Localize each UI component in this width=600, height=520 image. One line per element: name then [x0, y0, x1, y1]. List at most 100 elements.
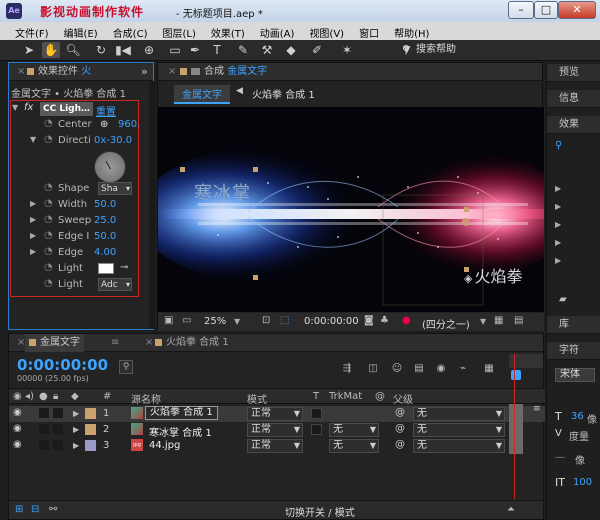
monitor-icon[interactable]: ▭	[182, 315, 191, 326]
color-channel-icon[interactable]: ●	[402, 315, 411, 326]
layer-name[interactable]: 44.jpg	[149, 440, 180, 451]
stopwatch-icon[interactable]: ◔	[44, 262, 53, 273]
toggle-expand-icon[interactable]: ⊞	[15, 504, 23, 515]
vertical-scale-value[interactable]: 100	[573, 477, 592, 488]
center-value[interactable]: 960.	[118, 119, 140, 130]
timeline-tab-other[interactable]: 火焰拳 合成 1	[151, 334, 233, 352]
layer-search-icon[interactable]: ⚲	[119, 360, 133, 374]
preserve-transparency-checkbox[interactable]	[311, 424, 322, 435]
menu-effect[interactable]: 效果(T)	[204, 22, 253, 40]
panel-expand-icon[interactable]: »	[137, 63, 152, 81]
text-layer-left[interactable]: 寒冰掌	[194, 179, 251, 205]
layer-name[interactable]: 寒冰掌 合成 1	[149, 424, 212, 439]
new-folder-icon[interactable]: ▰	[559, 294, 567, 305]
visibility-eye-icon[interactable]: ◉	[13, 407, 22, 418]
tab-library[interactable]: 库	[547, 316, 600, 334]
stopwatch-icon[interactable]: ◔	[44, 182, 53, 193]
breadcrumb-next[interactable]: 火焰拳 合成 1	[252, 86, 315, 101]
menu-composition[interactable]: 合成(C)	[106, 22, 156, 40]
expand-triangle-icon[interactable]: ▶	[30, 215, 36, 224]
stopwatch-icon[interactable]: ◔	[44, 198, 53, 209]
menu-icon[interactable]: ≡	[107, 334, 123, 352]
graph-editor-icon[interactable]: ⌁	[455, 362, 471, 376]
toggle-switches-modes[interactable]: 切换开关 / 模式	[285, 504, 355, 519]
menu-edit[interactable]: 编辑(E)	[57, 22, 106, 40]
lock-toggle[interactable]	[53, 424, 63, 434]
pen-tool-icon[interactable]: ✒	[186, 42, 204, 58]
track-menu-icon[interactable]: ≡	[533, 404, 543, 416]
pickwhip-icon[interactable]: @	[395, 407, 405, 418]
expand-triangle-icon[interactable]: ▶	[555, 184, 561, 193]
menu-window[interactable]: 窗口	[352, 22, 387, 40]
text-tool-icon[interactable]: T	[208, 42, 226, 58]
work-area-start-handle[interactable]	[511, 370, 521, 380]
clone-stamp-tool-icon[interactable]: ⚒	[258, 42, 276, 58]
hand-tool-icon[interactable]: ✋	[42, 42, 60, 58]
snapshot-icon[interactable]: ◙	[364, 315, 374, 326]
pickwhip-icon[interactable]: @	[395, 423, 405, 434]
expand-triangle-icon[interactable]: ▶	[30, 199, 36, 208]
layer-handle[interactable]	[253, 167, 258, 172]
layer-row[interactable]: ◉ ▶ 1 火焰拳 合成 1 正常 @ 无	[9, 406, 545, 422]
expand-triangle-icon[interactable]: ▶	[555, 256, 561, 265]
zoom-tool-icon[interactable]: 🔍︎	[64, 42, 82, 58]
font-family-field[interactable]: 宋体	[555, 368, 595, 382]
pickwhip-icon[interactable]: @	[395, 439, 405, 450]
light-color-swatch[interactable]	[98, 263, 114, 274]
stopwatch-icon[interactable]: ◔	[44, 134, 53, 145]
menu-layer[interactable]: 图层(L)	[155, 22, 203, 40]
expand-triangle-icon[interactable]: ▶	[30, 247, 36, 256]
camera-tool-icon[interactable]: ▮◀	[114, 42, 132, 58]
layer-duration-bar[interactable]	[509, 404, 523, 454]
solo-toggle[interactable]	[39, 440, 49, 450]
expand-triangle-icon[interactable]: ▶	[73, 425, 79, 434]
stopwatch-icon[interactable]: ◔	[44, 214, 53, 225]
close-button[interactable]: ✕	[558, 1, 596, 19]
mode-dropdown[interactable]: 正常	[247, 439, 303, 453]
direction-value[interactable]: 0x-30.0	[94, 135, 132, 146]
light-mode-dropdown[interactable]: Adc	[98, 278, 132, 291]
parent-dropdown[interactable]: 无	[413, 407, 505, 421]
tab-effects[interactable]: 效果	[547, 116, 600, 134]
tab-info[interactable]: 信息	[547, 90, 600, 108]
show-snapshot-icon[interactable]: ♣	[380, 315, 389, 326]
text-layer-right[interactable]: ◈ 火焰拳	[464, 263, 522, 287]
trkmat-dropdown[interactable]: 无	[329, 439, 379, 453]
label-color-chip[interactable]	[85, 408, 96, 419]
solo-toggle[interactable]	[39, 408, 49, 418]
expand-triangle-icon[interactable]: ▶	[30, 231, 36, 240]
font-size-value[interactable]: 36	[571, 411, 584, 422]
crosshair-icon[interactable]: ⊕	[100, 119, 108, 130]
mode-dropdown[interactable]: 正常	[247, 407, 303, 421]
expand-triangle-icon[interactable]: ▶	[73, 441, 79, 450]
brush-tool-icon[interactable]: ✎	[234, 42, 252, 58]
stopwatch-icon[interactable]: ◔	[44, 118, 53, 129]
mode-dropdown[interactable]: 正常	[247, 423, 303, 437]
region-of-interest-icon[interactable]: ⊡	[262, 315, 270, 326]
direction-dial[interactable]	[94, 151, 126, 183]
roto-brush-tool-icon[interactable]: ✐	[308, 42, 326, 58]
layer-row[interactable]: ◉ ▶ 3 jpg 44.jpg 正常 无 @ 无	[9, 438, 545, 454]
zoom-level[interactable]: 25%	[204, 316, 226, 327]
resolution-dropdown[interactable]: (四分之一)	[422, 316, 470, 331]
timeline-timecode[interactable]: 0:00:00:00	[17, 356, 108, 374]
menu-file[interactable]: 文件(F)	[8, 22, 57, 40]
toggle-timestretch-icon[interactable]: ⚯	[49, 504, 57, 515]
eyedropper-icon[interactable]: ⊸	[120, 262, 128, 273]
rectangle-tool-icon[interactable]: ▭	[166, 42, 184, 58]
preserve-transparency-checkbox[interactable]	[311, 408, 322, 419]
current-time-indicator[interactable]	[514, 354, 515, 499]
menu-animation[interactable]: 动画(A)	[253, 22, 303, 40]
transparency-grid-icon[interactable]: ⬚	[280, 315, 289, 326]
layer-handle[interactable]	[464, 207, 469, 212]
shy-layers-icon[interactable]: ☺	[389, 362, 405, 376]
expand-triangle-icon[interactable]: ▶	[555, 202, 561, 211]
tab-preview[interactable]: 预览	[547, 64, 600, 82]
maximize-button[interactable]: □	[534, 1, 558, 19]
layer-row[interactable]: ◉ ▶ 2 寒冰掌 合成 1 正常 无 @ 无	[9, 422, 545, 439]
eraser-tool-icon[interactable]: ◆	[282, 42, 300, 58]
rotate-tool-icon[interactable]: ↻	[92, 42, 110, 58]
layer-handle[interactable]	[180, 167, 185, 172]
stopwatch-icon[interactable]: ◔	[44, 230, 53, 241]
lock-toggle[interactable]	[53, 440, 63, 450]
